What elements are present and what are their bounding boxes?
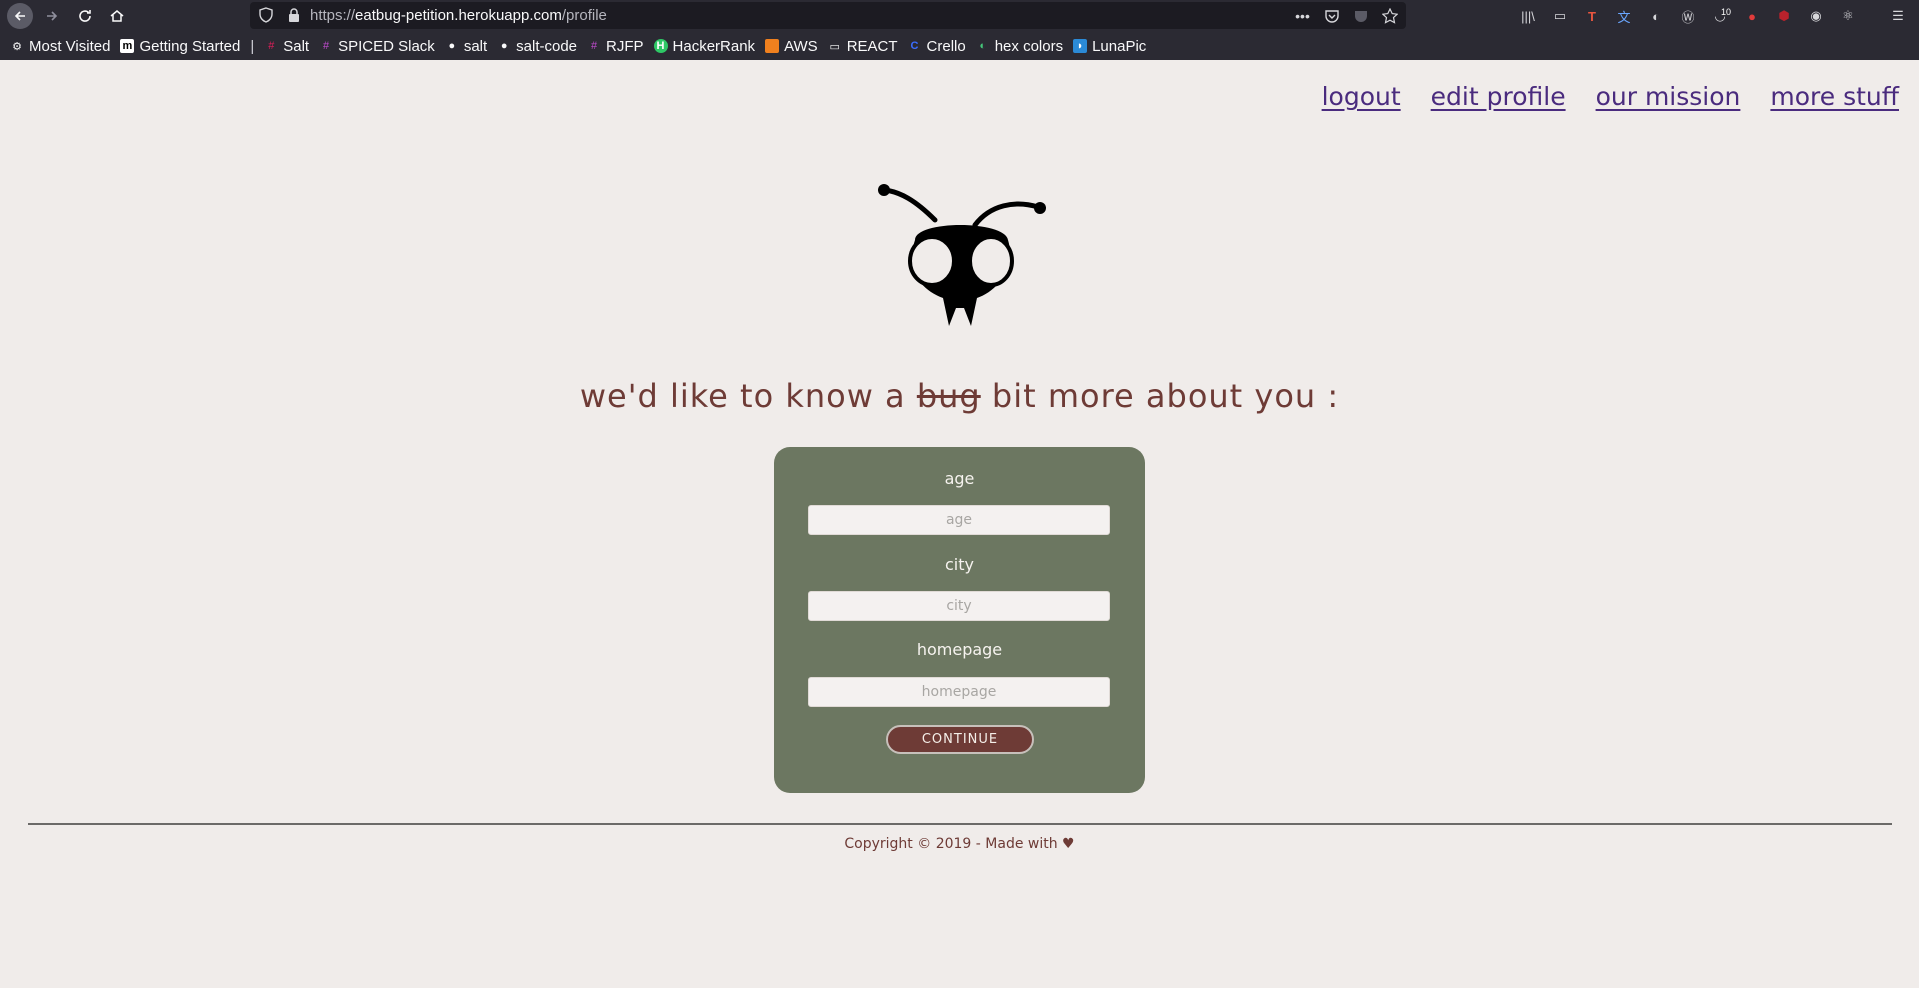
bookmark-separator: | xyxy=(250,37,255,55)
address-bar[interactable]: https://eatbug-petition.herokuapp.com/pr… xyxy=(250,2,1406,29)
tomato-icon[interactable]: ● xyxy=(1741,5,1763,27)
bookmark-hex-colors[interactable]: ◐ hex colors xyxy=(976,38,1063,55)
bookmark-aws[interactable]: AWS xyxy=(765,38,818,55)
forward-button[interactable] xyxy=(39,3,65,29)
logout-link[interactable]: logout xyxy=(1322,82,1401,111)
more-actions-icon[interactable]: ••• xyxy=(1294,7,1311,24)
w-extension-icon[interactable]: Ⓦ xyxy=(1677,5,1699,27)
ublock-icon[interactable]: ⬢ xyxy=(1773,5,1795,27)
age-label: age xyxy=(944,469,975,488)
bookmark-label: Crello xyxy=(926,37,966,55)
bookmark-hackerrank[interactable]: H HackerRank xyxy=(653,37,756,55)
our-mission-link[interactable]: our mission xyxy=(1596,82,1741,111)
site-nav: logout edit profile our mission more stu… xyxy=(1322,82,1899,111)
url-path: /profile xyxy=(561,7,607,24)
bookmark-star-icon[interactable] xyxy=(1381,7,1398,24)
account-icon[interactable]: ◉ xyxy=(1805,5,1827,27)
profile-form: age city homepage CONTINUE xyxy=(774,447,1145,793)
home-button[interactable] xyxy=(104,3,130,29)
bookmark-most-visited[interactable]: ⚙ Most Visited xyxy=(10,38,110,55)
continue-button[interactable]: CONTINUE xyxy=(886,725,1034,754)
arrow-left-icon xyxy=(14,11,25,21)
url-protocol: https:// xyxy=(310,7,356,24)
bookmark-label: salt-code xyxy=(516,37,578,55)
extension-badge: 10 xyxy=(1720,7,1731,17)
bookmark-label: HackerRank xyxy=(672,37,756,55)
browser-chrome: https://eatbug-petition.herokuapp.com/pr… xyxy=(0,0,1919,60)
bookmark-spiced-slack[interactable]: # SPICED Slack xyxy=(319,38,435,55)
folder-icon: ▭ xyxy=(829,40,840,53)
headline-end: bit more about you : xyxy=(991,377,1340,415)
bookmark-label: RJFP xyxy=(606,37,644,55)
slack-icon: # xyxy=(268,40,275,52)
homepage-input[interactable] xyxy=(808,677,1110,707)
extension-toolbar: |||\ ▭ T 文 ◐ Ⓦ ◡ 10 ● ⬢ ◉ ⚛ ☰ xyxy=(1517,5,1909,27)
bookmark-label: Most Visited xyxy=(29,37,111,55)
heart-icon: ♥ xyxy=(1062,836,1075,852)
bookmark-label: salt xyxy=(463,37,488,55)
bookmark-salt[interactable]: # Salt xyxy=(264,38,309,55)
pocket-icon[interactable] xyxy=(1323,7,1340,24)
hackerrank-icon: H xyxy=(653,39,668,53)
bookmark-label: LunaPic xyxy=(1092,37,1147,55)
bookmark-label: REACT xyxy=(846,37,898,55)
lock-icon[interactable] xyxy=(286,7,302,23)
bookmark-crello[interactable]: C Crello xyxy=(908,38,966,55)
page-headline: we'd like to know a bug bit more about y… xyxy=(0,377,1919,415)
bookmark-react-folder[interactable]: ▭ REACT xyxy=(828,37,898,55)
github-icon: ● xyxy=(500,40,508,52)
lunapic-icon: ◗ xyxy=(1073,39,1088,53)
reload-icon xyxy=(79,10,91,22)
footer-divider xyxy=(28,823,1892,825)
color-wheel-icon: ◐ xyxy=(979,40,987,52)
menu-icon[interactable]: ☰ xyxy=(1887,5,1909,27)
m-icon: m xyxy=(120,39,135,53)
bookmarks-bar: ⚙ Most Visited m Getting Started | # Salt #… xyxy=(0,33,1919,59)
bookmark-label: Getting Started xyxy=(139,37,241,55)
edit-profile-link[interactable]: edit profile xyxy=(1431,82,1566,111)
url-text[interactable]: https://eatbug-petition.herokuapp.com/pr… xyxy=(310,7,607,24)
aws-icon xyxy=(765,39,780,53)
city-input[interactable] xyxy=(808,591,1110,621)
library-icon[interactable]: |||\ xyxy=(1517,5,1539,27)
sidebar-icon[interactable]: ▭ xyxy=(1549,5,1571,27)
copyright-text: Copyright © 2019 - Made with xyxy=(844,836,1058,852)
sync-icon[interactable]: ◐ xyxy=(1645,5,1667,27)
footer: Copyright © 2019 - Made with ♥ xyxy=(0,836,1919,852)
browser-toolbar: https://eatbug-petition.herokuapp.com/pr… xyxy=(0,0,1919,31)
headline-start: we'd like to know a xyxy=(579,377,906,415)
arrow-right-icon xyxy=(47,11,58,21)
bug-logo xyxy=(878,184,1046,326)
t-extension-icon[interactable]: T xyxy=(1581,5,1603,27)
shield-icon[interactable] xyxy=(258,7,274,23)
github-icon: ● xyxy=(448,40,456,52)
back-button[interactable] xyxy=(7,3,33,29)
slack-icon: # xyxy=(590,40,598,52)
bookmark-salt-github[interactable]: ● salt xyxy=(445,38,487,55)
bookmark-rjfp[interactable]: # RJFP xyxy=(587,38,644,55)
crello-icon: C xyxy=(910,40,919,52)
bookmark-salt-code[interactable]: ● salt-code xyxy=(497,38,577,55)
slack-icon: # xyxy=(323,40,330,52)
bookmark-label: hex colors xyxy=(994,37,1064,55)
reload-button[interactable] xyxy=(72,3,98,29)
bookmark-label: SPICED Slack xyxy=(338,37,435,55)
page-actions: ••• xyxy=(1294,7,1398,24)
age-input[interactable] xyxy=(808,505,1110,535)
bookmark-label: Salt xyxy=(283,37,310,55)
bookmark-lunapic[interactable]: ◗ LunaPic xyxy=(1073,38,1146,55)
url-host: eatbug-petition.herokuapp.com xyxy=(355,7,562,24)
reader-icon[interactable] xyxy=(1352,7,1369,24)
pocket-extension-icon[interactable]: ◡ 10 xyxy=(1709,5,1731,27)
bookmark-getting-started[interactable]: m Getting Started xyxy=(120,38,240,55)
bookmark-label: AWS xyxy=(784,37,818,55)
city-label: city xyxy=(945,555,974,574)
headline-struck-word: bug xyxy=(916,377,981,415)
react-devtools-icon[interactable]: ⚛ xyxy=(1837,5,1859,27)
gear-icon: ⚙ xyxy=(12,40,22,53)
translate-icon[interactable]: 文 xyxy=(1613,5,1635,27)
home-icon xyxy=(110,10,124,22)
homepage-label: homepage xyxy=(916,640,1003,659)
more-stuff-link[interactable]: more stuff xyxy=(1770,82,1899,111)
